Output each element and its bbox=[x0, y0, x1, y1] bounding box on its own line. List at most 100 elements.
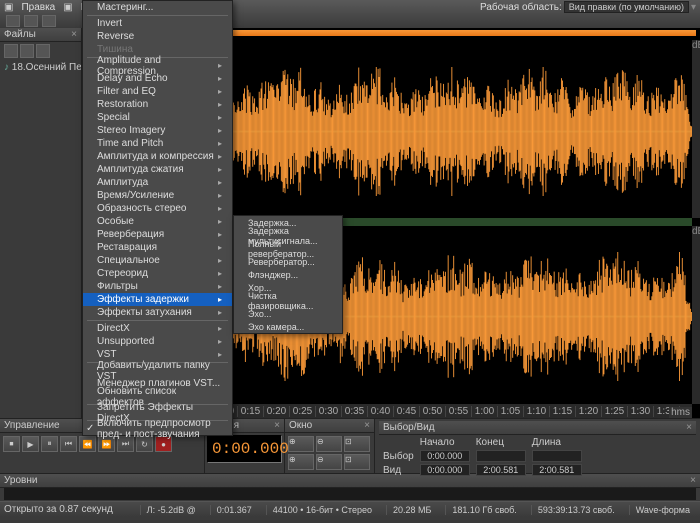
menu-item[interactable]: Delay and Echo▸ bbox=[83, 72, 232, 85]
tool-scrub[interactable] bbox=[42, 15, 56, 27]
chevron-right-icon: ▸ bbox=[218, 350, 222, 359]
chevron-right-icon: ▸ bbox=[218, 178, 222, 187]
close-icon[interactable]: × bbox=[690, 475, 696, 486]
chevron-right-icon: ▸ bbox=[218, 61, 222, 70]
sel-value-input[interactable] bbox=[420, 450, 470, 462]
sel-value-input[interactable] bbox=[532, 450, 582, 462]
close-icon[interactable]: × bbox=[71, 29, 77, 40]
menu-item[interactable]: Амплитуда сжатия▸ bbox=[83, 163, 232, 176]
menu-item[interactable]: Реверберация▸ bbox=[83, 228, 232, 241]
menu-item[interactable]: Амплитуда и компрессия▸ bbox=[83, 150, 232, 163]
time-tick: 0:30 bbox=[315, 406, 341, 417]
transport-btn-2[interactable]: ⏸ bbox=[41, 436, 58, 452]
tool-select[interactable] bbox=[6, 15, 20, 27]
menu-item[interactable]: Реставрация▸ bbox=[83, 241, 232, 254]
zoom-sel[interactable]: ⊡ bbox=[344, 454, 370, 470]
wave-channel-left[interactable]: dB bbox=[185, 40, 692, 218]
workspace-selector[interactable]: Вид правки (по умолчанию) bbox=[564, 1, 689, 13]
files-panel-header[interactable]: Файлы × bbox=[0, 28, 81, 42]
zoom-in-h[interactable]: ⊕ bbox=[288, 436, 314, 452]
sel-value-input[interactable] bbox=[532, 464, 582, 476]
effects-menu: Мастеринг...InvertReverseТишинаAmplitude… bbox=[82, 0, 233, 436]
menu-item[interactable]: Restoration▸ bbox=[83, 98, 232, 111]
close-icon[interactable]: × bbox=[686, 422, 692, 433]
menu-item[interactable]: Специальное▸ bbox=[83, 254, 232, 267]
app-icon-2: ▣ bbox=[63, 2, 72, 13]
menu-item[interactable]: ✓Включить предпросмотр пред- и пост-звуч… bbox=[83, 422, 232, 435]
time-tick: 0:45 bbox=[393, 406, 419, 417]
time-tick: 0:40 bbox=[367, 406, 393, 417]
time-tick: 1:15 bbox=[549, 406, 575, 417]
menu-item[interactable]: Стереорид▸ bbox=[83, 267, 232, 280]
panel-title: Окно bbox=[289, 420, 312, 431]
menu-item[interactable]: Amplitude and Compression▸ bbox=[83, 59, 232, 72]
menu-item[interactable]: Время/Усиление▸ bbox=[83, 189, 232, 202]
chevron-right-icon: ▸ bbox=[218, 295, 222, 304]
sel-value-input[interactable] bbox=[476, 450, 526, 462]
menu-item[interactable]: Filter and EQ▸ bbox=[83, 85, 232, 98]
time-tick: 1:10 bbox=[523, 406, 549, 417]
menu-item[interactable]: Образность стерео▸ bbox=[83, 202, 232, 215]
close-icon[interactable]: × bbox=[364, 420, 370, 431]
submenu-item[interactable]: Полный ревербератор... bbox=[234, 242, 342, 255]
file-list-item[interactable]: ♪ 18.Осенний Петерб bbox=[0, 60, 81, 75]
chevron-right-icon: ▸ bbox=[218, 113, 222, 122]
submenu-item[interactable]: Эхо... bbox=[234, 307, 342, 320]
files-panel: Файлы × ♪ 18.Осенний Петерб bbox=[0, 28, 82, 418]
sel-value-input[interactable] bbox=[476, 464, 526, 476]
level-meter[interactable] bbox=[4, 488, 696, 500]
time-tick: 1:05 bbox=[497, 406, 523, 417]
transport-btn-0[interactable]: ⏹ bbox=[3, 436, 20, 452]
sel-value-input[interactable] bbox=[420, 464, 470, 476]
menu-item[interactable]: Invert bbox=[83, 17, 232, 30]
zoom-out-v[interactable]: ⊖ bbox=[316, 454, 342, 470]
menu-item[interactable]: Special▸ bbox=[83, 111, 232, 124]
chevron-right-icon: ▸ bbox=[218, 165, 222, 174]
zoom-in-v[interactable]: ⊕ bbox=[288, 454, 314, 470]
time-tick: 0:55 bbox=[445, 406, 471, 417]
menu-item[interactable]: Добавить/удалить папку VST bbox=[83, 364, 232, 377]
sel-row-label: Выбор bbox=[381, 450, 416, 462]
menu-item[interactable]: Time and Pitch▸ bbox=[83, 137, 232, 150]
menu-item[interactable]: Фильтры▸ bbox=[83, 280, 232, 293]
selection-panel: Выбор/Вид× НачалоКонецДлинаВыборВид bbox=[375, 419, 700, 473]
chevron-right-icon: ▸ bbox=[218, 217, 222, 226]
menu-edit[interactable]: Правка bbox=[15, 2, 61, 13]
menu-item[interactable]: Reverse bbox=[83, 30, 232, 43]
time-tick: 0:35 bbox=[341, 406, 367, 417]
chevron-right-icon: ▸ bbox=[218, 126, 222, 135]
insert-button[interactable] bbox=[36, 44, 50, 58]
transport-btn-3[interactable]: ⏮ bbox=[60, 436, 77, 452]
chevron-right-icon: ▸ bbox=[218, 139, 222, 148]
chevron-right-icon: ▸ bbox=[218, 74, 222, 83]
menu-item[interactable]: Особые▸ bbox=[83, 215, 232, 228]
status-disk: 181.10 Гб своб. bbox=[445, 505, 522, 515]
tool-envelope[interactable] bbox=[24, 15, 38, 27]
zoom-panel: Окно × ⊕ ⊖ ⊡ ⊕ ⊖ ⊡ bbox=[285, 419, 375, 473]
close-icon[interactable]: × bbox=[274, 420, 280, 431]
chevron-right-icon: ▸ bbox=[218, 337, 222, 346]
time-ruler[interactable]: 0:050:100:150:200:250:300:350:400:450:50… bbox=[185, 404, 692, 418]
time-tick: 1:25 bbox=[601, 406, 627, 417]
menu-item[interactable]: Эффекты затухания▸ bbox=[83, 306, 232, 319]
submenu-item[interactable]: Ревербератор... bbox=[234, 255, 342, 268]
zoom-out-h[interactable]: ⊖ bbox=[316, 436, 342, 452]
time-tick: 0:25 bbox=[289, 406, 315, 417]
sel-row-label: Вид bbox=[381, 464, 416, 476]
import-button[interactable] bbox=[4, 44, 18, 58]
menu-item[interactable]: Unsupported▸ bbox=[83, 335, 232, 348]
close-file-button[interactable] bbox=[20, 44, 34, 58]
menu-item[interactable]: Амплитуда▸ bbox=[83, 176, 232, 189]
submenu-item[interactable]: Чистка фазировщика... bbox=[234, 294, 342, 307]
transport-btn-1[interactable]: ▶ bbox=[22, 436, 39, 452]
menu-item[interactable]: Мастеринг... bbox=[83, 1, 232, 14]
transport-btn-4[interactable]: ⏪ bbox=[79, 436, 96, 452]
submenu-item[interactable]: Флэнджер... bbox=[234, 268, 342, 281]
chevron-down-icon[interactable]: ▾ bbox=[691, 2, 696, 13]
menu-item[interactable]: DirectX▸ bbox=[83, 322, 232, 335]
time-tick: 1:20 bbox=[575, 406, 601, 417]
zoom-full[interactable]: ⊡ bbox=[344, 436, 370, 452]
menu-item[interactable]: Stereo Imagery▸ bbox=[83, 124, 232, 137]
submenu-item[interactable]: Эхо камера... bbox=[234, 320, 342, 333]
menu-item[interactable]: Эффекты задержки▸ bbox=[83, 293, 232, 306]
